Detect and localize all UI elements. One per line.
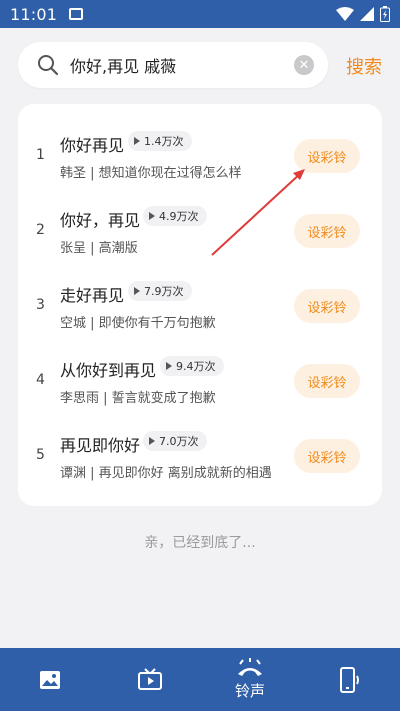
play-count-badge: 7.0万次	[143, 431, 207, 451]
play-icon	[149, 437, 155, 445]
nav-ringtone-label: 铃声	[234, 682, 265, 700]
gallery-notification-icon	[69, 8, 84, 20]
list-item[interactable]: 2 你好，再见 4.9万次 张呈 | 高潮版 设彩铃	[18, 179, 382, 256]
play-icon	[166, 362, 172, 370]
search-button[interactable]: 搜索	[346, 53, 382, 79]
set-ringback-button[interactable]: 设彩铃	[294, 439, 360, 473]
clear-icon[interactable]: ✕	[294, 55, 314, 75]
set-ringback-button[interactable]: 设彩铃	[294, 139, 360, 173]
end-of-list-text: 亲，已经到底了...	[144, 535, 256, 551]
search-query: 你好,再见 戚薇	[70, 57, 177, 76]
nav-phone-ringtone[interactable]	[300, 648, 400, 711]
status-time: 11:01	[10, 4, 58, 24]
search-input[interactable]: 你好,再见 戚薇 ✕	[18, 42, 328, 88]
set-ringback-button[interactable]: 设彩铃	[294, 214, 360, 248]
set-ringback-button[interactable]: 设彩铃	[294, 364, 360, 398]
item-index: 5	[36, 447, 45, 463]
image-icon	[40, 670, 60, 689]
item-title: 走好再见	[60, 286, 125, 305]
list-item[interactable]: 3 走好再见 7.9万次 空城 | 即使你有千万句抱歉 设彩铃	[18, 254, 382, 331]
play-count: 9.4万次	[176, 360, 216, 373]
play-icon	[134, 137, 140, 145]
status-icons	[336, 6, 390, 22]
search-bar: 你好,再见 戚薇 ✕ 搜索	[0, 28, 400, 102]
wifi-icon	[336, 7, 354, 21]
battery-icon	[380, 6, 390, 22]
results-list: 1 你好再见 1.4万次 韩圣 | 想知道你现在过得怎么样 设彩铃 2 你好，再…	[18, 104, 382, 506]
play-count-badge: 9.4万次	[160, 356, 224, 376]
play-count: 7.9万次	[144, 285, 184, 298]
nav-ringtone[interactable]: 铃声	[200, 648, 300, 711]
status-bar: 11:01	[0, 0, 400, 28]
item-title: 再见即你好	[60, 436, 141, 455]
play-icon	[134, 287, 140, 295]
play-count-badge: 4.9万次	[143, 206, 207, 226]
play-count-badge: 7.9万次	[128, 281, 192, 301]
play-count: 1.4万次	[144, 135, 184, 148]
tv-icon	[138, 667, 162, 690]
item-index: 2	[36, 222, 45, 238]
phone-ringing-icon	[238, 658, 262, 676]
item-subtitle: 谭渊 | 再见即你好 离别成就新的相遇	[60, 466, 272, 481]
item-title: 你好再见	[60, 136, 125, 155]
nav-video[interactable]	[100, 648, 200, 711]
item-index: 1	[36, 147, 45, 163]
item-index: 3	[36, 297, 45, 313]
item-title: 从你好到再见	[60, 361, 157, 380]
list-item[interactable]: 4 从你好到再见 9.4万次 李思雨 | 誓言就变成了抱歉 设彩铃	[18, 329, 382, 406]
signal-icon	[360, 7, 374, 21]
play-count: 4.9万次	[159, 210, 199, 223]
nav-wallpaper[interactable]	[0, 648, 100, 711]
list-item[interactable]: 5 再见即你好 7.0万次 谭渊 | 再见即你好 离别成就新的相遇 设彩铃	[18, 404, 382, 481]
item-title: 你好，再见	[60, 211, 141, 230]
play-icon	[149, 212, 155, 220]
mobile-vibrate-icon	[340, 666, 359, 693]
play-count-badge: 1.4万次	[128, 131, 192, 151]
bottom-nav: 铃声	[0, 648, 400, 711]
item-index: 4	[36, 372, 45, 388]
play-count: 7.0万次	[159, 435, 199, 448]
search-icon	[38, 55, 59, 76]
list-item[interactable]: 1 你好再见 1.4万次 韩圣 | 想知道你现在过得怎么样 设彩铃	[18, 104, 382, 181]
set-ringback-button[interactable]: 设彩铃	[294, 289, 360, 323]
